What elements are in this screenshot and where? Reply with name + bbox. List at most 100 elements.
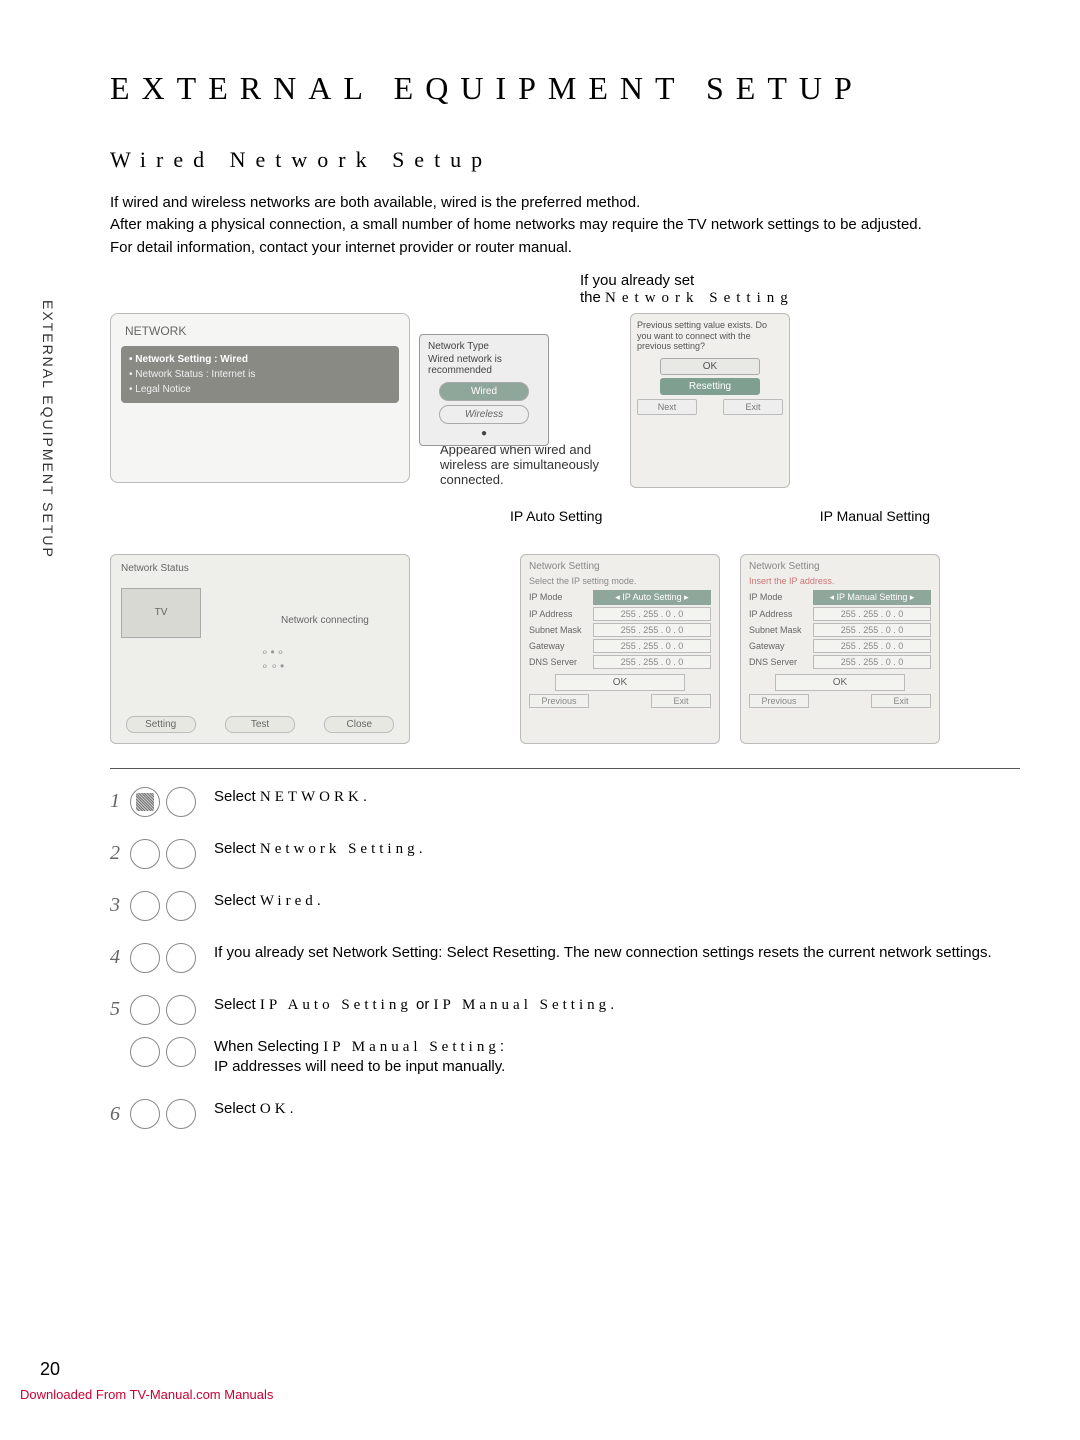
wireless-option[interactable]: Wireless <box>439 405 529 424</box>
network-status-panel: Network Status TV Network connecting ∘•∘… <box>110 554 410 744</box>
ok-button-icon <box>166 839 196 869</box>
step-number: 5 <box>110 998 124 1021</box>
step-text: Select Network Setting. <box>214 839 423 859</box>
section-title: Wired Network Setup <box>110 147 1020 173</box>
ip-auto-caption: IP Auto Setting <box>510 508 602 524</box>
text: Select <box>214 996 260 1013</box>
dns-field[interactable]: 255 . 255 . 0 . 0 <box>593 655 711 669</box>
step-text: Select Wired. <box>214 891 321 911</box>
menu-item-network-setting[interactable]: • Network Setting : Wired <box>129 352 391 367</box>
panel-title: Network Status <box>121 563 399 574</box>
side-tab-label: EXTERNAL EQUIPMENT SETUP <box>40 300 56 559</box>
ok-button-icon <box>166 787 196 817</box>
popup-title: Network Type <box>420 335 548 354</box>
step-number: 2 <box>110 842 124 865</box>
setting-button[interactable]: Setting <box>126 716 196 733</box>
text: or <box>412 996 434 1013</box>
subnet-field[interactable]: 255 . 255 . 0 . 0 <box>593 623 711 637</box>
ok-button[interactable]: OK <box>555 674 685 691</box>
label: DNS Server <box>529 657 589 667</box>
label: IP Mode <box>749 592 809 602</box>
page-number: 20 <box>40 1359 60 1380</box>
step-5b: When Selecting IP Manual Setting: IP add… <box>110 1037 1020 1078</box>
popup-note: Wired network is recommended <box>420 354 548 378</box>
ok-button-icon <box>166 1099 196 1129</box>
intro-line: After making a physical connection, a sm… <box>110 215 1020 235</box>
ip-address-field[interactable]: 255 . 255 . 0 . 0 <box>593 607 711 621</box>
nav-button-icon <box>130 839 160 869</box>
ip-address-field[interactable]: 255 . 255 . 0 . 0 <box>813 607 931 621</box>
panel-title: Network Setting <box>749 561 931 572</box>
text: Wired <box>260 893 317 909</box>
step-6: 6 Select OK. <box>110 1099 1020 1129</box>
exit-button[interactable]: Exit <box>871 694 931 708</box>
step-4: 4 If you already set Network Setting: Se… <box>110 943 1020 973</box>
download-footer: Downloaded From TV-Manual.com Manuals <box>20 1387 273 1402</box>
text: Select <box>214 892 260 909</box>
ok-button[interactable]: OK <box>660 358 760 375</box>
label: IP Address <box>749 609 809 619</box>
intro-line: If wired and wireless networks are both … <box>110 193 1020 213</box>
ok-button[interactable]: OK <box>775 674 905 691</box>
test-button[interactable]: Test <box>225 716 295 733</box>
label: DNS Server <box>749 657 809 667</box>
subnet-field[interactable]: 255 . 255 . 0 . 0 <box>813 623 931 637</box>
step-number: 6 <box>110 1103 124 1126</box>
already-set-note: If you already set the Network Setting <box>580 272 1020 307</box>
gateway-field[interactable]: 255 . 255 . 0 . 0 <box>593 639 711 653</box>
ip-auto-panel: Network Setting Select the IP setting mo… <box>520 554 720 744</box>
resetting-button[interactable]: Resetting <box>660 378 760 395</box>
text: IP Manual Setting <box>434 997 611 1013</box>
close-button[interactable]: Close <box>324 716 394 733</box>
step-text: If you already set Network Setting: Sele… <box>214 943 992 963</box>
steps-list: 1 Select NETWORK. 2 Select Network Setti… <box>110 787 1020 1130</box>
menu-list: • Network Setting : Wired • Network Stat… <box>121 346 399 403</box>
step-number: 4 <box>110 946 124 969</box>
dns-field[interactable]: 255 . 255 . 0 . 0 <box>813 655 931 669</box>
text: NETWORK <box>260 789 363 805</box>
nav-button-icon <box>130 943 160 973</box>
text: OK <box>260 1101 290 1117</box>
step-number: 3 <box>110 894 124 917</box>
label: IP Address <box>529 609 589 619</box>
ok-button-icon <box>166 943 196 973</box>
panel-title: Network Setting <box>529 561 711 572</box>
gateway-field[interactable]: 255 . 255 . 0 . 0 <box>813 639 931 653</box>
wired-option[interactable]: Wired <box>439 382 529 401</box>
text: When Selecting <box>214 1038 323 1055</box>
step-1: 1 Select NETWORK. <box>110 787 1020 817</box>
label: Gateway <box>529 641 589 651</box>
label: IP Mode <box>529 592 589 602</box>
step-text: Select NETWORK. <box>214 787 367 807</box>
text: Network Setting <box>605 290 794 306</box>
nav-button-icon <box>130 1037 160 1067</box>
ip-mode-select[interactable]: ◂ IP Auto Setting ▸ <box>593 590 711 605</box>
status-text: Network connecting <box>281 615 369 626</box>
previous-button[interactable]: Previous <box>749 694 809 708</box>
next-button[interactable]: Next <box>637 399 697 415</box>
text: . <box>419 840 423 857</box>
previous-button[interactable]: Previous <box>529 694 589 708</box>
exit-button[interactable]: Exit <box>723 399 783 415</box>
menu-item-network-status[interactable]: • Network Status : Internet is <box>129 367 391 382</box>
text: : <box>500 1038 504 1055</box>
nav-button-icon <box>130 891 160 921</box>
network-menu-panel: NETWORK • Network Setting : Wired • Netw… <box>110 313 410 483</box>
label: Subnet Mask <box>749 625 809 635</box>
menu-button-icon <box>130 787 160 817</box>
intro-text: If wired and wireless networks are both … <box>110 193 1020 258</box>
text: the <box>580 289 601 306</box>
ok-button-icon <box>166 1037 196 1067</box>
menu-item-legal-notice[interactable]: • Legal Notice <box>129 382 391 397</box>
text: . <box>363 788 367 805</box>
text: Select <box>214 840 260 857</box>
divider <box>110 768 1020 769</box>
panel-subtitle: Insert the IP address. <box>749 576 931 586</box>
step-5: 5 Select IP Auto Setting or IP Manual Se… <box>110 995 1020 1025</box>
connecting-dots-icon: ∘•∘∘∘• <box>261 645 286 673</box>
step-text: When Selecting IP Manual Setting: IP add… <box>214 1037 505 1078</box>
exit-button[interactable]: Exit <box>651 694 711 708</box>
ok-button-icon <box>166 995 196 1025</box>
intro-line: For detail information, contact your int… <box>110 238 1020 258</box>
ip-mode-select[interactable]: ◂ IP Manual Setting ▸ <box>813 590 931 605</box>
